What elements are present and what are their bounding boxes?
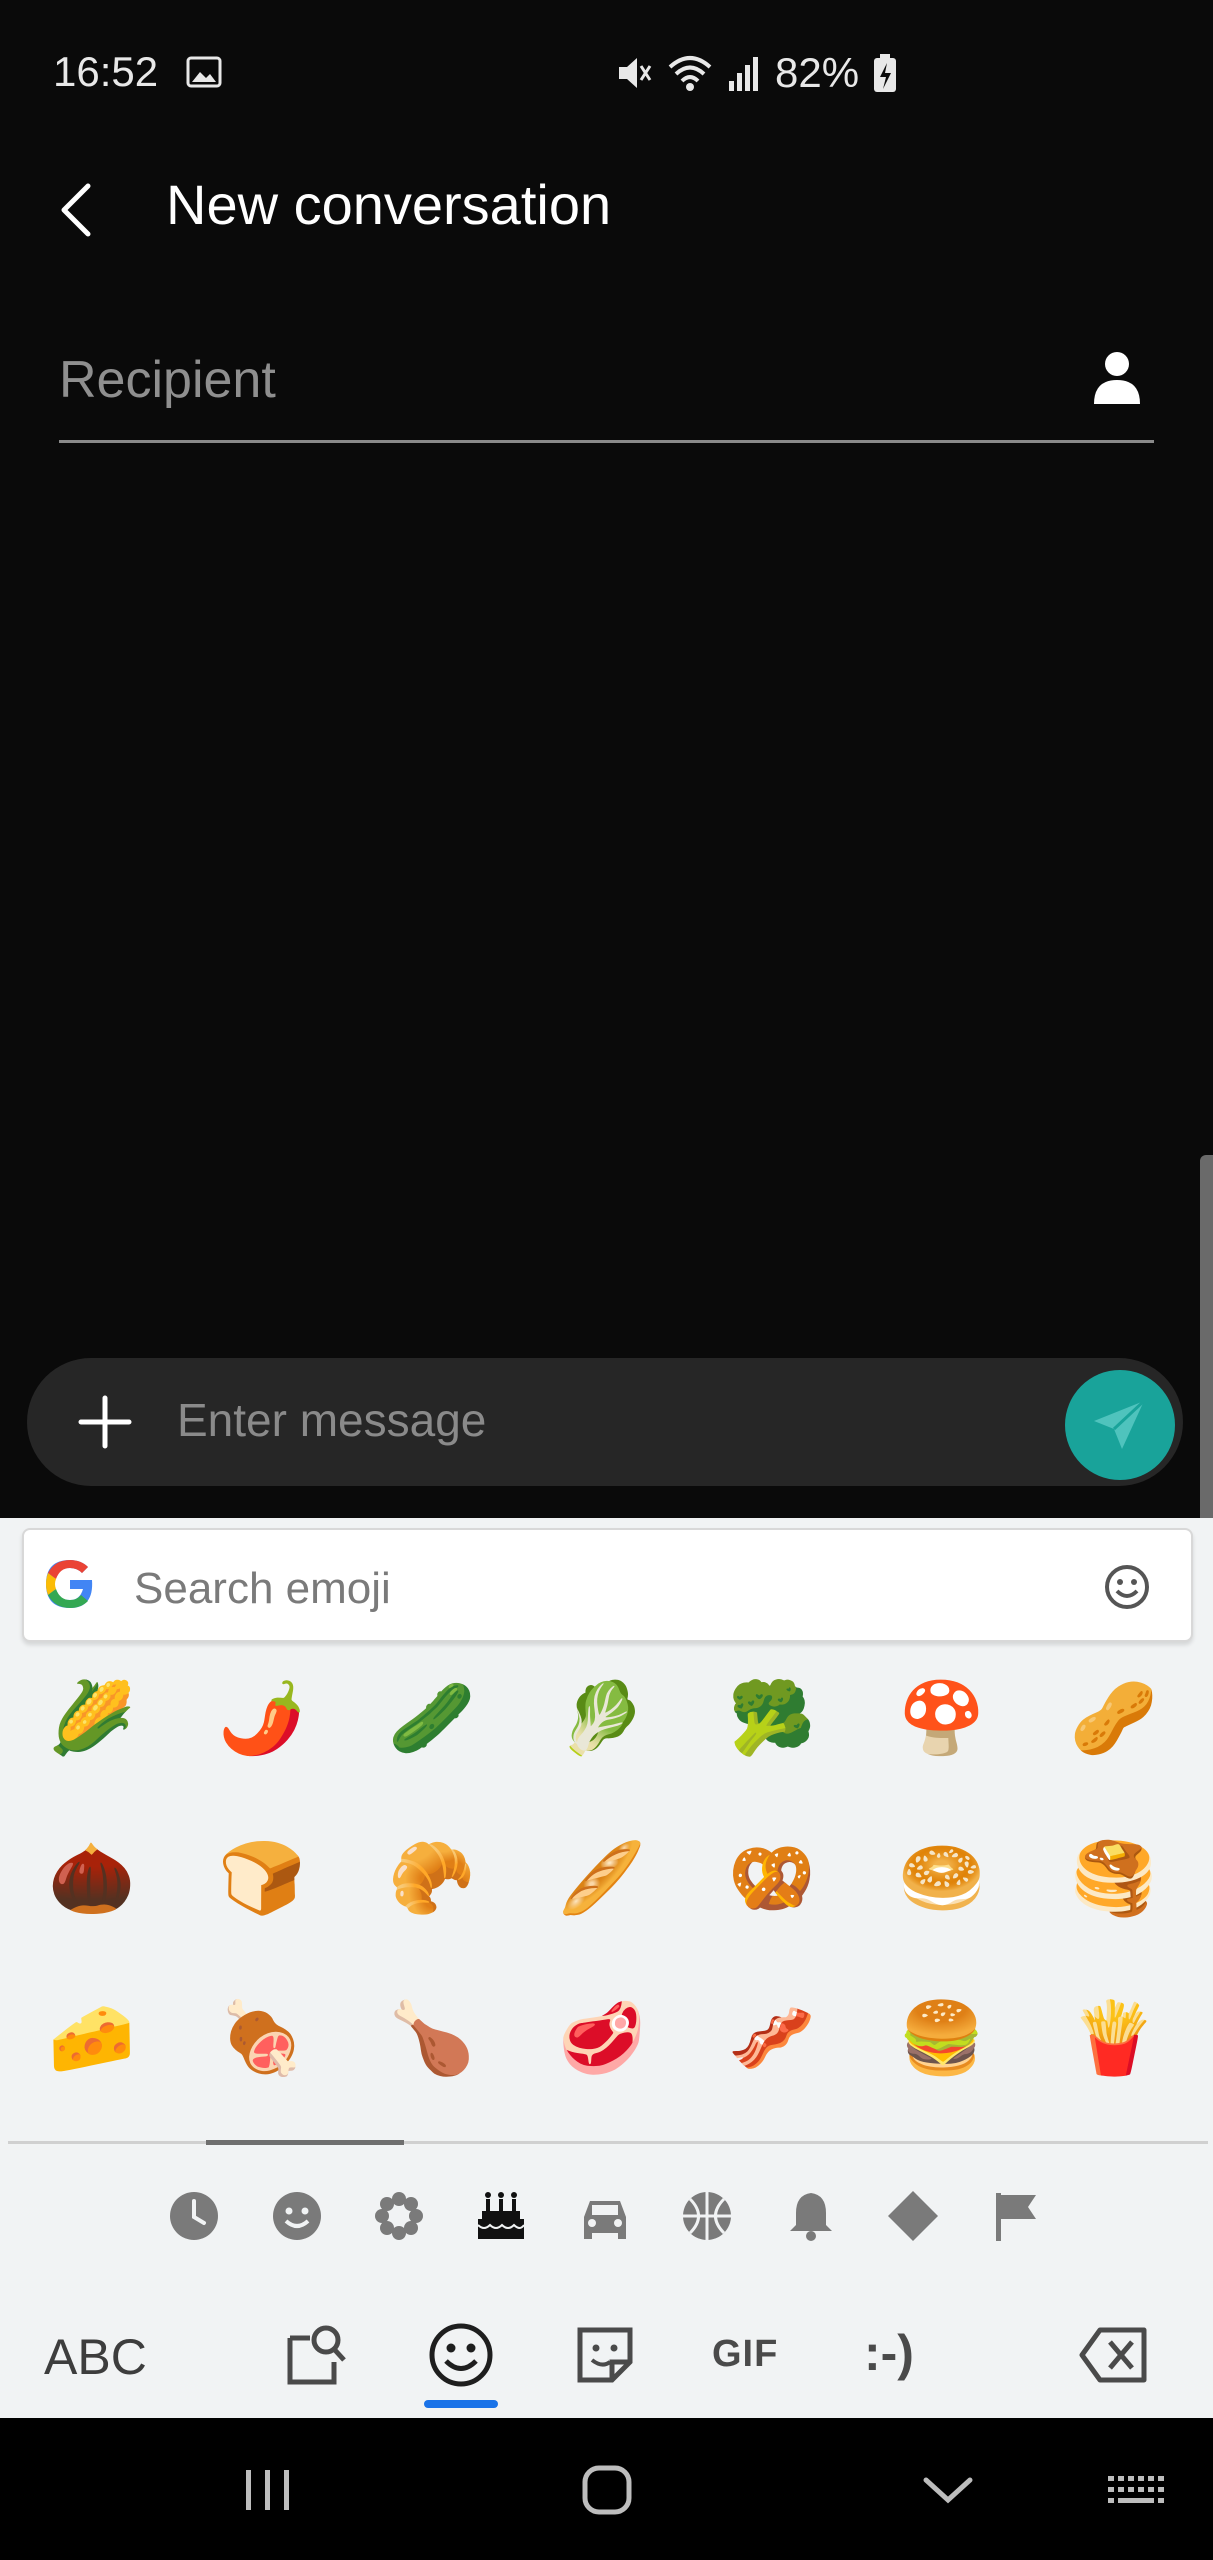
emoji-corn[interactable]: 🌽 (22, 1658, 162, 1778)
keyboard-bottom-row: ABC GIF :-) (0, 2288, 1213, 2408)
emoji-grid: 🌽 🌶️ 🥒 🥬 🥦 🍄 🥜 🌰 🍞 🥐 🥖 🥨 🥯 🥞 🧀 🍖 🍗 🥩 🥓 🍔… (0, 1658, 1213, 2138)
emoji-keyboard: Search emoji 🌽 🌶️ 🥒 🥬 🥦 🍄 🥜 🌰 🍞 🥐 🥖 🥨 🥯 … (0, 1518, 1213, 2418)
emoji-cut-of-meat[interactable]: 🥩 (532, 1978, 672, 2098)
travel-icon[interactable] (578, 2189, 632, 2243)
mute-icon (619, 58, 652, 88)
gif-button[interactable]: GIF (712, 2333, 778, 2376)
emoji-scroll-track (8, 2141, 1208, 2144)
home-icon[interactable] (577, 2460, 637, 2520)
emoji-leafy-green[interactable]: 🥬 (532, 1658, 672, 1778)
activities-icon[interactable] (680, 2189, 734, 2243)
message-input[interactable]: Enter message (177, 1393, 486, 1447)
app-bar: New conversation (0, 150, 1213, 270)
battery-charging-icon (874, 54, 897, 92)
emoji-bagel[interactable]: 🥯 (872, 1818, 1012, 1938)
active-tab-indicator (424, 2400, 498, 2408)
contact-icon[interactable] (1092, 350, 1142, 406)
emoji-tab-icon[interactable] (426, 2320, 496, 2390)
emoji-pancakes[interactable]: 🥞 (1044, 1818, 1184, 1938)
emoji-hot-pepper[interactable]: 🌶️ (192, 1658, 332, 1778)
flags-icon[interactable] (990, 2189, 1044, 2243)
emoticon-button[interactable]: :-) (864, 2324, 914, 2382)
back-arrow-icon[interactable] (52, 180, 102, 240)
navigation-bar (0, 2418, 1213, 2560)
emoji-cheese[interactable]: 🧀 (22, 1978, 162, 2098)
emoji-smiley-icon[interactable] (1103, 1563, 1151, 1611)
emoji-hamburger[interactable]: 🍔 (872, 1978, 1012, 2098)
send-button[interactable] (1065, 1370, 1175, 1480)
emoji-search-input[interactable]: Search emoji (134, 1564, 391, 1614)
hide-keyboard-icon[interactable] (918, 2460, 978, 2520)
emoji-baguette[interactable]: 🥖 (532, 1818, 672, 1938)
recipient-placeholder: Recipient (59, 351, 276, 409)
emoji-cucumber[interactable]: 🥒 (362, 1658, 502, 1778)
emoji-broccoli[interactable]: 🥦 (702, 1658, 842, 1778)
status-bar: 16:52 82% (0, 0, 1213, 150)
symbols-icon[interactable] (886, 2189, 940, 2243)
image-notification-icon (186, 56, 222, 88)
emoji-search-bar[interactable]: Search emoji (22, 1528, 1193, 1642)
emoji-croissant[interactable]: 🥐 (362, 1818, 502, 1938)
emoji-bacon[interactable]: 🥓 (702, 1978, 842, 2098)
recent-icon[interactable] (167, 2189, 221, 2243)
recipient-field[interactable]: Recipient (59, 330, 1154, 443)
sticker-search-icon[interactable] (282, 2320, 352, 2390)
nature-icon[interactable] (372, 2189, 426, 2243)
send-icon (1094, 1399, 1146, 1449)
emoji-chestnut[interactable]: 🌰 (22, 1818, 162, 1938)
wifi-icon (668, 56, 712, 91)
objects-icon[interactable] (784, 2189, 838, 2243)
add-attachment-icon[interactable] (77, 1394, 133, 1450)
battery-percent: 82% (775, 49, 860, 96)
sticker-icon[interactable] (570, 2320, 640, 2390)
emoji-pretzel[interactable]: 🥨 (702, 1818, 842, 1938)
google-logo-icon (46, 1560, 93, 1608)
backspace-icon[interactable] (1078, 2320, 1150, 2390)
abc-button[interactable]: ABC (44, 2328, 147, 2386)
status-icons: 82% (613, 48, 897, 98)
recent-apps-icon[interactable] (238, 2460, 298, 2520)
emoji-poultry-leg[interactable]: 🍗 (362, 1978, 502, 2098)
emoji-category-bar (0, 2181, 1213, 2271)
emoji-peanuts[interactable]: 🥜 (1044, 1658, 1184, 1778)
emoji-meat-on-bone[interactable]: 🍖 (192, 1978, 332, 2098)
emoji-mushroom[interactable]: 🍄 (872, 1658, 1012, 1778)
signal-icon (729, 57, 758, 91)
status-time: 16:52 (53, 48, 159, 95)
message-composer: Enter message (27, 1358, 1183, 1486)
keyboard-switch-icon[interactable] (1106, 2460, 1166, 2520)
smileys-icon[interactable] (270, 2189, 324, 2243)
emoji-bread[interactable]: 🍞 (192, 1818, 332, 1938)
page-title: New conversation (166, 173, 612, 236)
emoji-scroll-indicator (206, 2140, 404, 2145)
emoji-french-fries[interactable]: 🍟 (1044, 1978, 1184, 2098)
food-icon[interactable] (474, 2189, 528, 2243)
